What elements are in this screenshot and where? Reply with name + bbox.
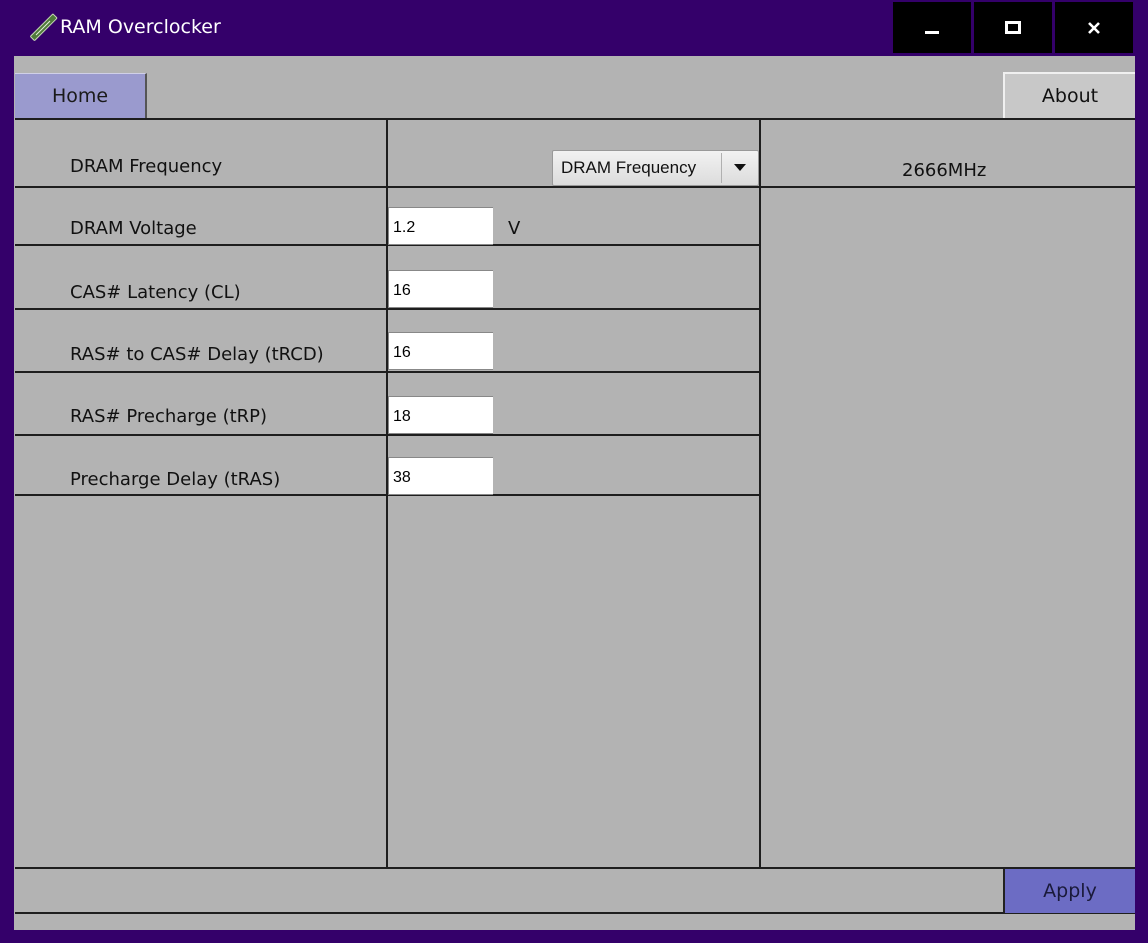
grid-line-footer-top — [15, 867, 1135, 869]
minimize-icon — [924, 20, 940, 36]
apply-button[interactable]: Apply — [1003, 869, 1135, 913]
frequency-value: 2666MHz — [902, 160, 987, 181]
dram-voltage-input[interactable] — [388, 207, 493, 245]
cas-latency-label: CAS# Latency (CL) — [70, 282, 241, 303]
frequency-dropdown[interactable]: DRAM Frequency — [552, 150, 759, 186]
grid-line-top — [15, 118, 1135, 120]
grid-line-footer-bottom — [15, 912, 1135, 914]
dram-voltage-label: DRAM Voltage — [70, 218, 197, 239]
dram-frequency-label: DRAM Frequency — [70, 156, 223, 177]
grid-line-col2 — [759, 118, 761, 868]
main-panel: Home About DRAM Frequency DRAM Frequency… — [14, 56, 1135, 930]
maximize-button[interactable] — [974, 2, 1052, 53]
close-button[interactable] — [1055, 2, 1133, 53]
tras-label: Precharge Delay (tRAS) — [70, 469, 281, 490]
cas-latency-input[interactable] — [388, 270, 493, 308]
tab-home[interactable]: Home — [15, 73, 147, 118]
minimize-button[interactable] — [893, 2, 971, 53]
maximize-icon — [1005, 20, 1021, 35]
trcd-input[interactable] — [388, 332, 493, 370]
trp-label: RAS# Precharge (tRP) — [70, 406, 268, 427]
chevron-down-icon — [722, 151, 758, 185]
trcd-label: RAS# to CAS# Delay (tRCD) — [70, 344, 324, 365]
grid-line-row1 — [15, 186, 1135, 188]
tras-input[interactable] — [388, 457, 493, 495]
window-title: RAM Overclocker — [60, 16, 221, 38]
frequency-dropdown-value: DRAM Frequency — [561, 158, 697, 177]
ram-stick-icon — [28, 13, 58, 43]
tab-about[interactable]: About — [1003, 72, 1135, 118]
close-icon — [1087, 21, 1101, 35]
voltage-unit: V — [508, 218, 521, 239]
title-bar[interactable]: RAM Overclocker — [0, 0, 1148, 56]
trp-input[interactable] — [388, 396, 493, 434]
